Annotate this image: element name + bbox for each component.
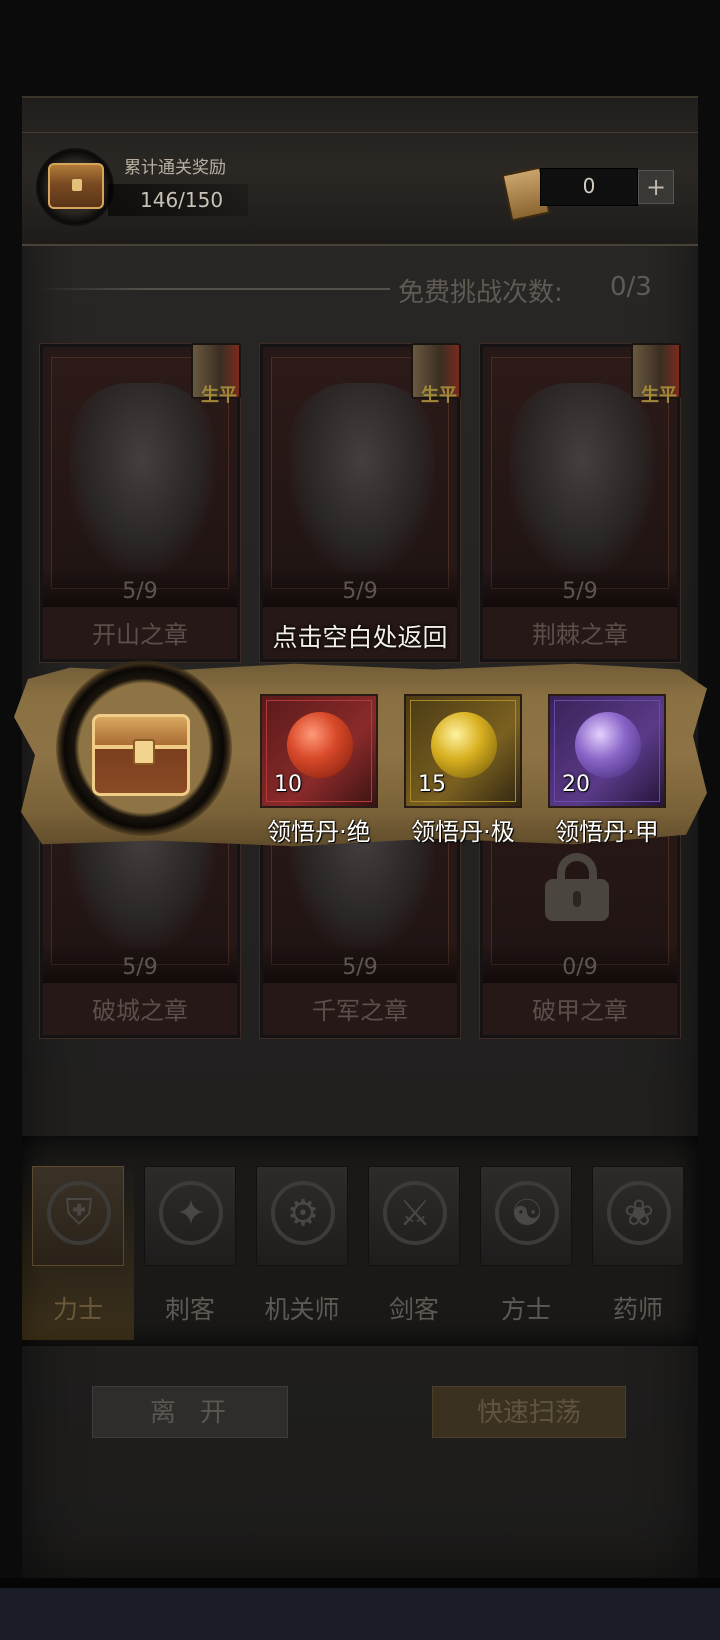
chapter-progress: 5/9 [122,955,158,980]
panel-bottom-gap [0,1578,720,1588]
tab-jianke[interactable]: ⚔ [368,1166,460,1266]
tap-to-return-hint[interactable]: 点击空白处返回 [0,618,720,654]
divider [40,288,390,290]
chapter-progress: 5/9 [122,579,158,604]
leave-button[interactable]: 离开 [92,1386,288,1438]
reward-item[interactable]: 20 领悟丹·甲 [548,694,666,846]
chapter-card[interactable]: 生平 5/9 开山之章 [40,343,241,662]
character-portrait [289,383,435,573]
item-quantity: 20 [562,772,590,797]
yin-yang-icon: ☯ [495,1181,559,1245]
tab-cike[interactable]: ✦ [144,1166,236,1266]
blade-icon: ✦ [159,1181,223,1245]
gourd-icon: ❀ [607,1181,671,1245]
gear-icon: ⚙ [271,1181,335,1245]
chapter-card[interactable]: 生平 5/9 荆棘之章 [480,343,681,662]
system-nav-bar [0,1588,720,1640]
tab-label: 力士 [52,1295,103,1324]
top-status-area [0,0,720,96]
reward-item[interactable]: 15 领悟丹·极 [404,694,522,846]
chapter-name: 千军之章 [312,997,408,1025]
tab-lishi[interactable]: ⛨ [32,1166,124,1266]
item-name: 领悟丹·甲 [555,818,659,846]
chapter-progress: 5/9 [342,955,378,980]
sword-icon: ⚔ [383,1181,447,1245]
free-challenge-value: 0/3 [610,272,652,302]
tab-label: 机关师 [264,1295,340,1324]
chapter-progress: 0/9 [562,955,598,980]
gold-pill-icon [431,712,497,778]
book-badge: 生平 [421,385,457,406]
chest-icon [48,163,104,209]
tab-label: 方士 [500,1295,551,1324]
header-decor-line [22,132,698,133]
quick-sweep-button[interactable]: 快速扫荡 [432,1386,626,1438]
character-portrait [69,383,215,573]
reward-progress: 146/150 [140,188,224,212]
chapter-name: 破甲之章 [532,997,628,1025]
ticket-count: 0 [582,174,596,198]
book-badge: 生平 [201,385,237,406]
red-pill-icon [287,712,353,778]
tab-jiguanshi[interactable]: ⚙ [256,1166,348,1266]
shield-icon: ⛨ [47,1181,111,1245]
character-portrait [509,383,655,573]
chapter-progress: 5/9 [342,579,378,604]
book-badge: 生平 [641,385,677,406]
lock-icon [545,853,609,921]
tab-fangshi[interactable]: ☯ [480,1166,572,1266]
tab-label: 刺客 [164,1295,215,1324]
reward-title: 累计通关奖励 [124,158,226,178]
tab-label: 药师 [612,1295,663,1324]
reward-item[interactable]: 10 领悟丹·绝 [260,694,378,846]
treasure-chest-icon [92,714,190,796]
tab-yaoshi[interactable]: ❀ [592,1166,684,1266]
item-name: 领悟丹·极 [411,818,515,846]
tab-label: 剑客 [388,1295,439,1324]
item-name: 领悟丹·绝 [267,818,371,846]
purple-pill-icon [575,712,641,778]
chapter-name: 破城之章 [92,997,188,1025]
free-challenge-label: 免费挑战次数: [398,278,563,308]
item-quantity: 15 [418,772,446,797]
chapter-progress: 5/9 [562,579,598,604]
item-quantity: 10 [274,772,302,797]
add-ticket-button[interactable]: + [638,170,674,204]
chapter-card[interactable]: 生平 5/9 [260,343,461,662]
